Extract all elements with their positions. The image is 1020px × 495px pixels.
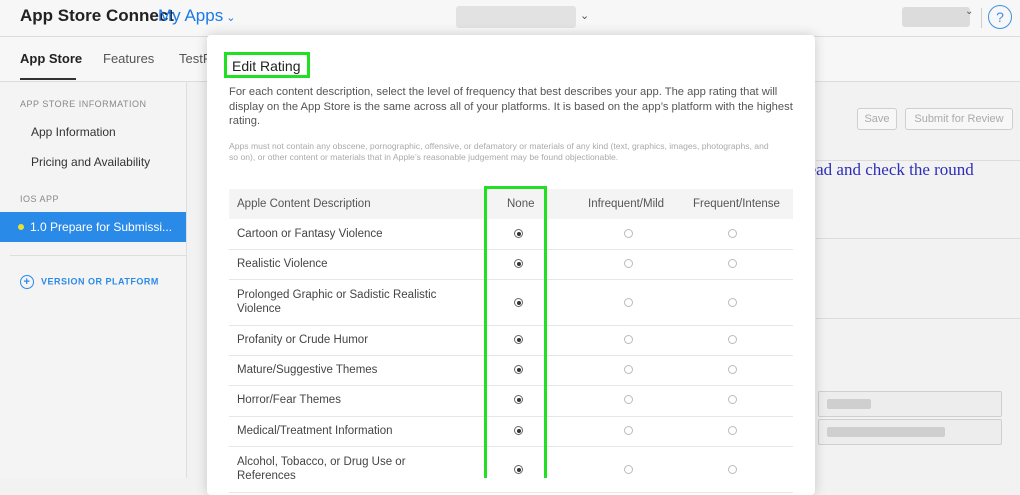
radio-frequent-intense[interactable] — [728, 298, 737, 307]
save-button[interactable]: Save — [857, 108, 897, 130]
brand-title: App Store Connect — [20, 6, 174, 25]
radio-infrequent-mild[interactable] — [624, 298, 633, 307]
user-name-redacted[interactable] — [902, 7, 970, 27]
sidebar-item-label: 1.0 Prepare for Submissi... — [30, 220, 173, 234]
radio-infrequent-mild[interactable] — [624, 426, 633, 435]
modal-description: For each content description, select the… — [229, 86, 793, 127]
radio-frequent-intense[interactable] — [728, 465, 737, 474]
radio-none[interactable] — [514, 395, 523, 404]
radio-none[interactable] — [514, 426, 523, 435]
column-header-none: None — [507, 198, 535, 210]
add-version-label: VERSION OR PLATFORM — [41, 276, 159, 287]
divider — [816, 238, 1020, 239]
divider — [816, 318, 1020, 319]
chevron-down-icon[interactable]: ⌄ — [580, 9, 589, 22]
radio-frequent-intense[interactable] — [728, 259, 737, 268]
table-row: Prolonged Graphic or Sadistic Realistic … — [229, 279, 793, 326]
modal-note: Apps must not contain any obscene, porno… — [229, 141, 769, 162]
divider — [981, 8, 982, 28]
row-label: Medical/Treatment Information — [237, 425, 393, 437]
radio-frequent-intense[interactable] — [728, 426, 737, 435]
column-header-description: Apple Content Description — [237, 198, 371, 210]
help-icon[interactable]: ? — [988, 5, 1012, 29]
add-version-button[interactable]: + VERSION OR PLATFORM — [20, 275, 159, 289]
radio-frequent-intense[interactable] — [728, 365, 737, 374]
radio-none[interactable] — [514, 335, 523, 344]
tab-app-store[interactable]: App Store — [20, 51, 82, 66]
background-field[interactable] — [818, 391, 1002, 417]
table-row: Medical/Treatment Information — [229, 416, 793, 447]
table-row: Cartoon or Fantasy Violence — [229, 219, 793, 250]
top-bar: App Store Connect My Apps ⌄ ⌄ ⌄ ? — [0, 0, 1020, 37]
title-highlight-box: Edit Rating — [224, 52, 310, 78]
my-apps-menu[interactable]: My Apps ⌄ — [158, 6, 235, 26]
app-name-redacted[interactable] — [456, 6, 576, 28]
row-label: Prolonged Graphic or Sadistic Realistic … — [237, 289, 437, 315]
sidebar: APP STORE INFORMATION App Information Pr… — [0, 82, 187, 478]
radio-infrequent-mild[interactable] — [624, 229, 633, 238]
chevron-down-icon[interactable]: ⌄ — [965, 6, 973, 17]
tab-features[interactable]: Features — [103, 51, 154, 66]
plus-circle-icon: + — [20, 275, 34, 289]
radio-none[interactable] — [514, 465, 523, 474]
table-row: Mature/Suggestive Themes — [229, 355, 793, 386]
table-row: Realistic Violence — [229, 249, 793, 280]
redacted-value — [827, 427, 945, 437]
background-field[interactable] — [818, 419, 1002, 445]
divider — [10, 255, 186, 256]
status-dot-icon — [18, 224, 24, 230]
radio-none[interactable] — [514, 229, 523, 238]
row-label: Mature/Suggestive Themes — [237, 364, 378, 376]
table-header: Apple Content Description None Infrequen… — [229, 189, 793, 219]
sidebar-section-app-store-info: APP STORE INFORMATION — [20, 99, 147, 109]
radio-infrequent-mild[interactable] — [624, 335, 633, 344]
sidebar-section-ios-app: IOS APP — [20, 194, 60, 204]
radio-infrequent-mild[interactable] — [624, 365, 633, 374]
modal-title: Edit Rating — [232, 58, 301, 74]
row-label: Horror/Fear Themes — [237, 394, 341, 406]
row-label: Profanity or Crude Humor — [237, 334, 369, 346]
radio-frequent-intense[interactable] — [728, 229, 737, 238]
radio-frequent-intense[interactable] — [728, 395, 737, 404]
radio-none[interactable] — [514, 259, 523, 268]
edit-rating-modal: Edit Rating For each content description… — [207, 35, 815, 495]
column-header-frequent: Frequent/Intense — [693, 198, 780, 210]
active-tab-indicator — [20, 78, 76, 80]
sidebar-item-version[interactable]: 1.0 Prepare for Submissi... — [0, 212, 186, 242]
submit-for-review-button[interactable]: Submit for Review — [905, 108, 1013, 130]
table-row: Horror/Fear Themes — [229, 385, 793, 417]
row-label: Cartoon or Fantasy Violence — [237, 228, 383, 240]
table-row: Profanity or Crude Humor — [229, 325, 793, 356]
radio-infrequent-mild[interactable] — [624, 395, 633, 404]
redacted-value — [827, 399, 871, 409]
radio-none[interactable] — [514, 298, 523, 307]
row-label: Alcohol, Tobacco, or Drug Use or Referen… — [237, 456, 406, 482]
radio-infrequent-mild[interactable] — [624, 259, 633, 268]
my-apps-label: My Apps — [158, 6, 224, 25]
row-label: Realistic Violence — [237, 258, 328, 270]
chevron-down-icon: ⌄ — [226, 12, 236, 24]
radio-frequent-intense[interactable] — [728, 335, 737, 344]
table-row: Alcohol, Tobacco, or Drug Use or Referen… — [229, 446, 793, 493]
column-header-infrequent: Infrequent/Mild — [588, 198, 665, 210]
radio-infrequent-mild[interactable] — [624, 465, 633, 474]
sidebar-item-app-information[interactable]: App Information — [31, 125, 116, 139]
divider — [816, 81, 1020, 82]
sidebar-item-pricing[interactable]: Pricing and Availability — [31, 155, 150, 169]
radio-none[interactable] — [514, 365, 523, 374]
